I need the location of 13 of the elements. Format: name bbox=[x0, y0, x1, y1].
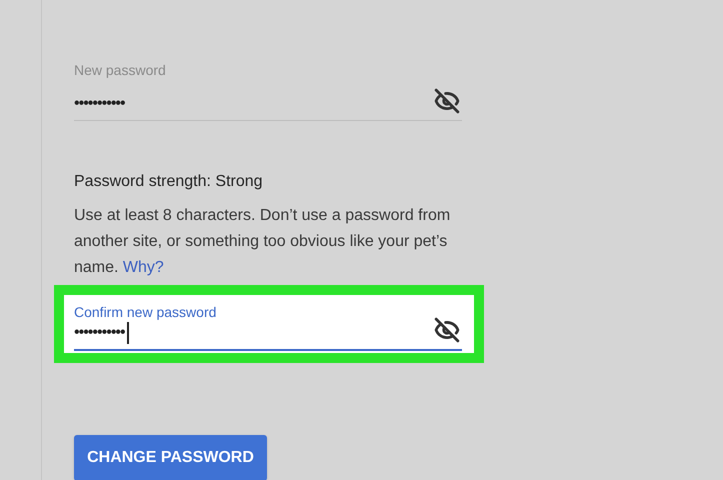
eye-slash-icon[interactable] bbox=[434, 88, 460, 114]
strength-label: Password strength: Strong bbox=[74, 172, 264, 192]
eye-slash-icon[interactable] bbox=[434, 317, 460, 343]
field-label: Confirm new password bbox=[74, 303, 216, 322]
field-label: New password bbox=[74, 61, 166, 80]
password-hint: Use at least 8 characters. Don’t use a password from another site, or something too obvious like your pet’s name. Why? bbox=[74, 206, 452, 278]
why-link[interactable]: Why? bbox=[122, 259, 164, 276]
password-value: ••••••••••• bbox=[74, 94, 125, 114]
password-value: ••••••••••• bbox=[74, 321, 129, 345]
password-field[interactable]: Confirm new password ••••••••••• bbox=[74, 301, 462, 351]
change-password-button[interactable]: CHANGE PASSWORD bbox=[74, 435, 267, 480]
text-cursor bbox=[126, 322, 129, 344]
password-field[interactable]: New password ••••••••••• bbox=[74, 59, 462, 121]
